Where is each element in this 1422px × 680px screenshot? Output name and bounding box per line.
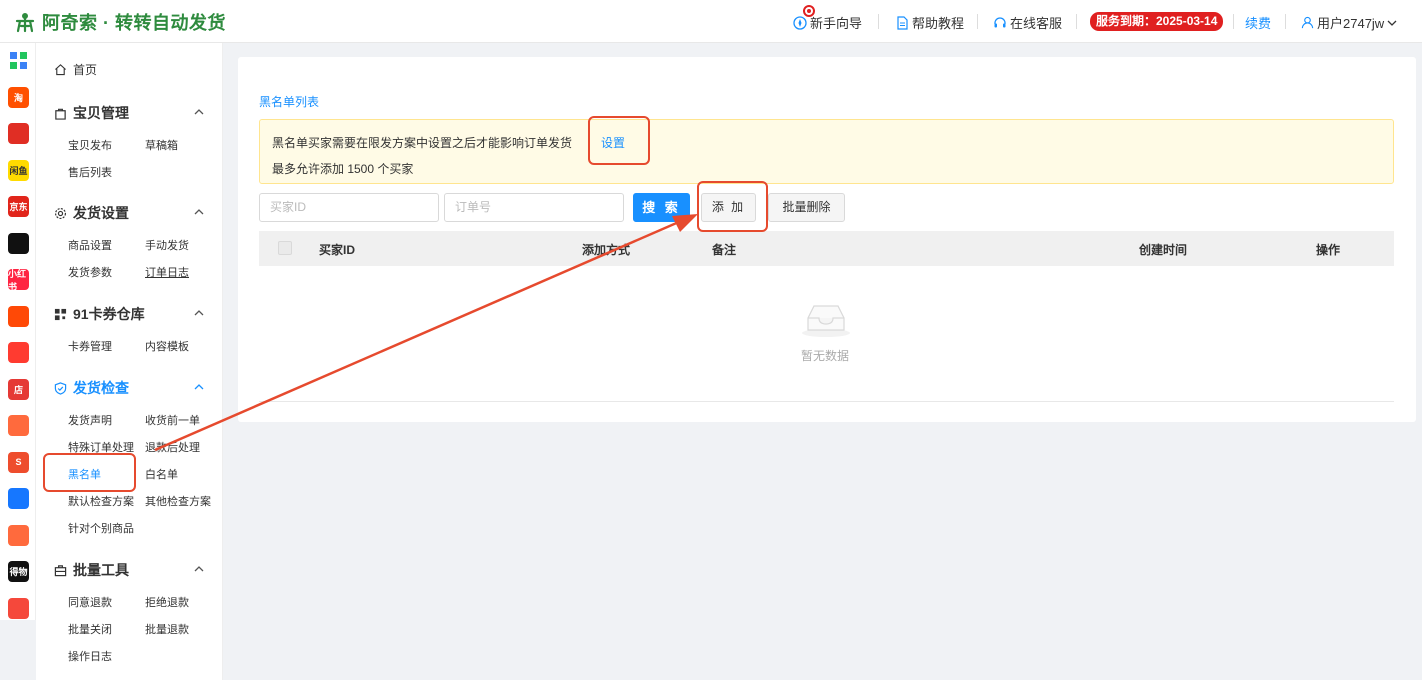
annotation-arrow	[154, 214, 698, 452]
